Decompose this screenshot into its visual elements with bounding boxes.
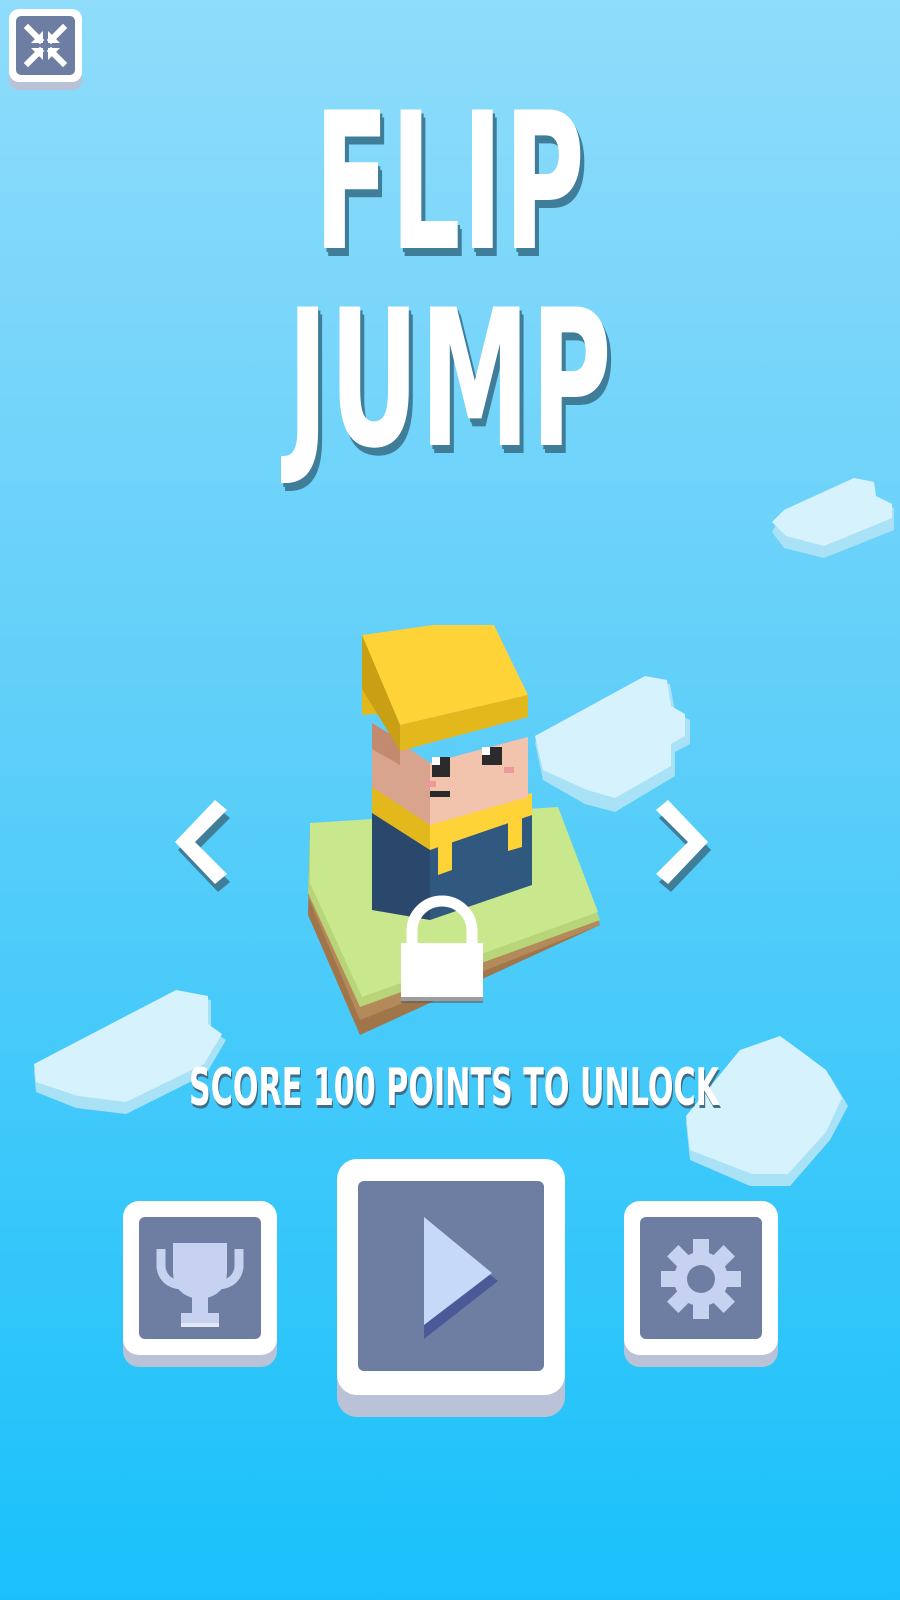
character-preview — [308, 625, 600, 1035]
trophy-icon — [156, 1243, 244, 1327]
game-title-line-2: JUMP — [287, 269, 613, 490]
cloud-decoration — [772, 478, 894, 558]
leaderboard-button-face — [139, 1217, 261, 1339]
play-button[interactable] — [337, 1159, 565, 1395]
settings-button-face — [640, 1217, 762, 1339]
gear-icon — [661, 1239, 741, 1319]
unlock-hint-text: SCORE 100 POINTS TO UNLOCK — [189, 1058, 720, 1118]
next-character-button[interactable] — [650, 790, 730, 910]
previous-character-button[interactable] — [165, 790, 245, 910]
game-title-line-1: FLIP — [314, 72, 586, 293]
leaderboard-button[interactable] — [123, 1201, 277, 1355]
play-icon — [424, 1217, 498, 1339]
character-body — [362, 625, 532, 920]
settings-button[interactable] — [624, 1201, 778, 1355]
minimize-button[interactable] — [9, 9, 82, 82]
play-button-face — [358, 1181, 544, 1371]
chevron-right-icon — [656, 800, 711, 892]
chevron-left-icon — [175, 800, 230, 892]
compress-arrows-icon — [16, 16, 75, 75]
